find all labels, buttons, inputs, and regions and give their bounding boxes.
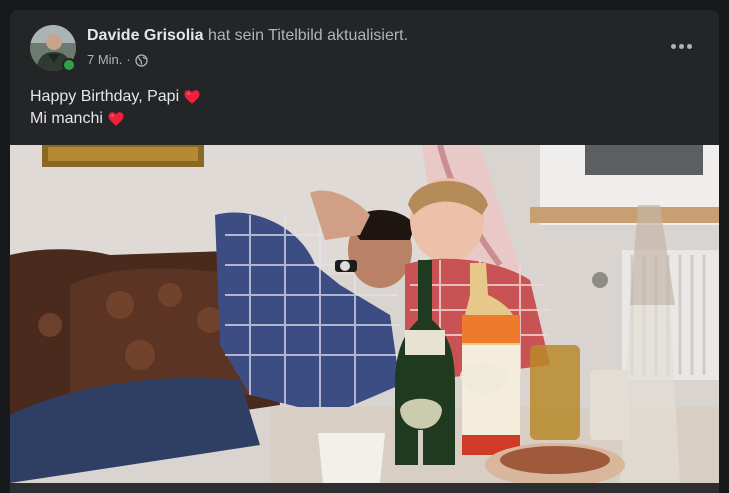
red-heart-icon	[183, 88, 201, 106]
globe-icon[interactable]	[135, 53, 148, 67]
post-footer-divider	[10, 483, 719, 493]
online-status-dot	[62, 58, 76, 72]
post-text-line: Mi manchi	[30, 108, 201, 130]
post-text: Happy Birthday, Papi Mi manchi	[30, 86, 201, 130]
post-header: Davide Grisolia hat sein Titelbild aktua…	[10, 10, 719, 80]
feed-post: Davide Grisolia hat sein Titelbild aktua…	[10, 10, 719, 493]
post-action-text: hat sein Titelbild aktualisiert.	[207, 27, 409, 44]
post-timestamp[interactable]: 7 Min.	[87, 52, 122, 68]
cover-photo[interactable]	[10, 145, 719, 483]
meta-separator: ·	[126, 52, 131, 67]
post-text-line: Happy Birthday, Papi	[30, 86, 201, 108]
more-dot	[686, 43, 692, 49]
author-name[interactable]: Davide Grisolia	[87, 27, 204, 44]
post-text-content: Mi manchi	[30, 110, 103, 127]
more-options-button[interactable]	[663, 32, 699, 60]
post-meta: 7 Min. ·	[87, 52, 148, 68]
more-horizontal-icon	[670, 43, 676, 49]
red-heart-icon	[107, 110, 125, 128]
post-text-content: Happy Birthday, Papi	[30, 88, 180, 105]
post-headline: Davide Grisolia hat sein Titelbild aktua…	[87, 26, 408, 46]
more-dot	[678, 43, 684, 49]
